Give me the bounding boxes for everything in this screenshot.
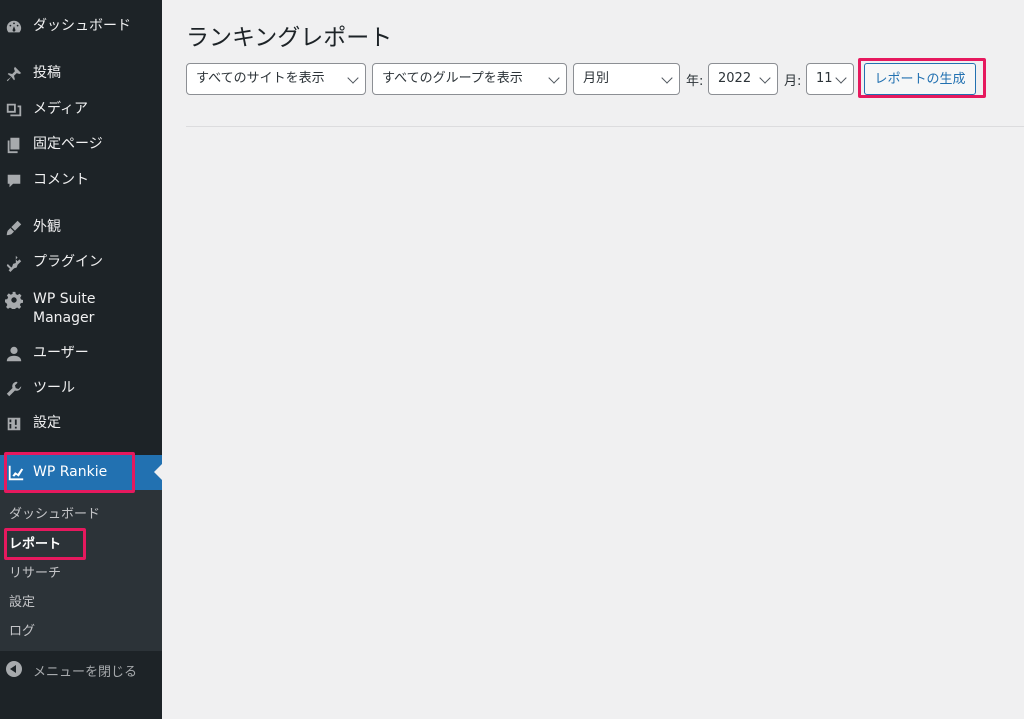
plug-icon [5,254,23,272]
submenu-item-settings[interactable]: 設定 [9,591,35,610]
year-label: 年: [686,74,704,89]
generate-report-button[interactable]: レポートの生成 [864,63,976,95]
chevron-down-icon [759,72,771,84]
sidebar-item-label: 固定ページ [33,136,103,152]
admin-sidebar: ダッシュボード 投稿 メディア 固定ページ コメント 外観 プラグイン WP S… [0,0,162,719]
rankie-icon [7,464,25,482]
month-select-value: 11 [816,71,833,86]
submenu-item-research[interactable]: リサーチ [9,562,61,581]
sidebar-item-appearance[interactable]: 外観 [0,218,162,238]
year-select[interactable]: 2022 [708,63,778,95]
sidebar-item-label: メディア [33,101,89,117]
sidebar-item-wp-rankie[interactable]: WP Rankie [0,455,162,490]
submenu-item-log[interactable]: ログ [9,620,35,639]
month-select[interactable]: 11 [806,63,854,95]
collapse-arrow-icon [6,661,22,677]
comment-icon [5,172,23,190]
page-title: ランキングレポート [186,25,393,51]
collapse-menu-button[interactable]: メニューを閉じる [0,656,162,684]
sidebar-item-wp-rankie-inner: WP Rankie [0,463,162,483]
media-icon [5,101,23,119]
sidebar-item-label: 外観 [33,219,61,235]
sidebar-item-label: 投稿 [33,65,61,81]
site-select-value: すべてのサイトを表示 [196,71,325,86]
dashboard-icon [5,18,23,36]
sidebar-item-media[interactable]: メディア [0,100,162,120]
settings-icon [5,415,23,433]
collapse-menu-label: メニューを閉じる [33,665,138,680]
sidebar-item-plugins[interactable]: プラグイン [0,253,162,273]
period-select[interactable]: 月別 [573,63,680,95]
sidebar-item-label: ツール [33,380,75,396]
chevron-down-icon [548,72,560,84]
chevron-down-icon [661,72,673,84]
chevron-down-icon [347,72,359,84]
sidebar-item-tools[interactable]: ツール [0,379,162,399]
wrench-icon [5,380,23,398]
group-select[interactable]: すべてのグループを表示 [372,63,567,95]
site-select[interactable]: すべてのサイトを表示 [186,63,366,95]
current-page-arrow [154,464,162,480]
sidebar-item-settings[interactable]: 設定 [0,414,162,434]
year-select-value: 2022 [718,71,752,86]
sidebar-item-posts[interactable]: 投稿 [0,64,162,84]
rankie-submenu: ダッシュボード レポート リサーチ 設定 ログ [0,490,162,651]
group-select-value: すべてのグループを表示 [382,71,523,86]
sidebar-item-label: WP Suite Manager [33,291,96,326]
sidebar-item-label: ダッシュボード [33,18,131,34]
sidebar-item-label: プラグイン [33,254,103,270]
sidebar-item-dashboard[interactable]: ダッシュボード [0,17,162,37]
sidebar-item-pages[interactable]: 固定ページ [0,135,162,155]
sidebar-item-comments[interactable]: コメント [0,171,162,191]
period-select-value: 月別 [583,71,610,86]
page-icon [5,136,23,154]
sidebar-item-label: WP Rankie [33,464,108,480]
sidebar-item-users[interactable]: ユーザー [0,344,162,364]
month-label: 月: [784,74,802,89]
pin-icon [5,65,23,83]
sidebar-item-label: コメント [33,172,89,188]
sidebar-item-wp-suite-manager[interactable]: WP Suite Manager [0,290,162,330]
sidebar-item-label: 設定 [33,415,61,431]
submenu-item-dashboard[interactable]: ダッシュボード [9,503,100,522]
submenu-item-report[interactable]: レポート [9,533,61,552]
sidebar-item-label: ユーザー [33,345,89,361]
user-icon [5,345,23,363]
paintbrush-icon [5,219,23,237]
content-divider [186,126,1024,127]
gear-icon [5,291,23,309]
chevron-down-icon [835,72,847,84]
